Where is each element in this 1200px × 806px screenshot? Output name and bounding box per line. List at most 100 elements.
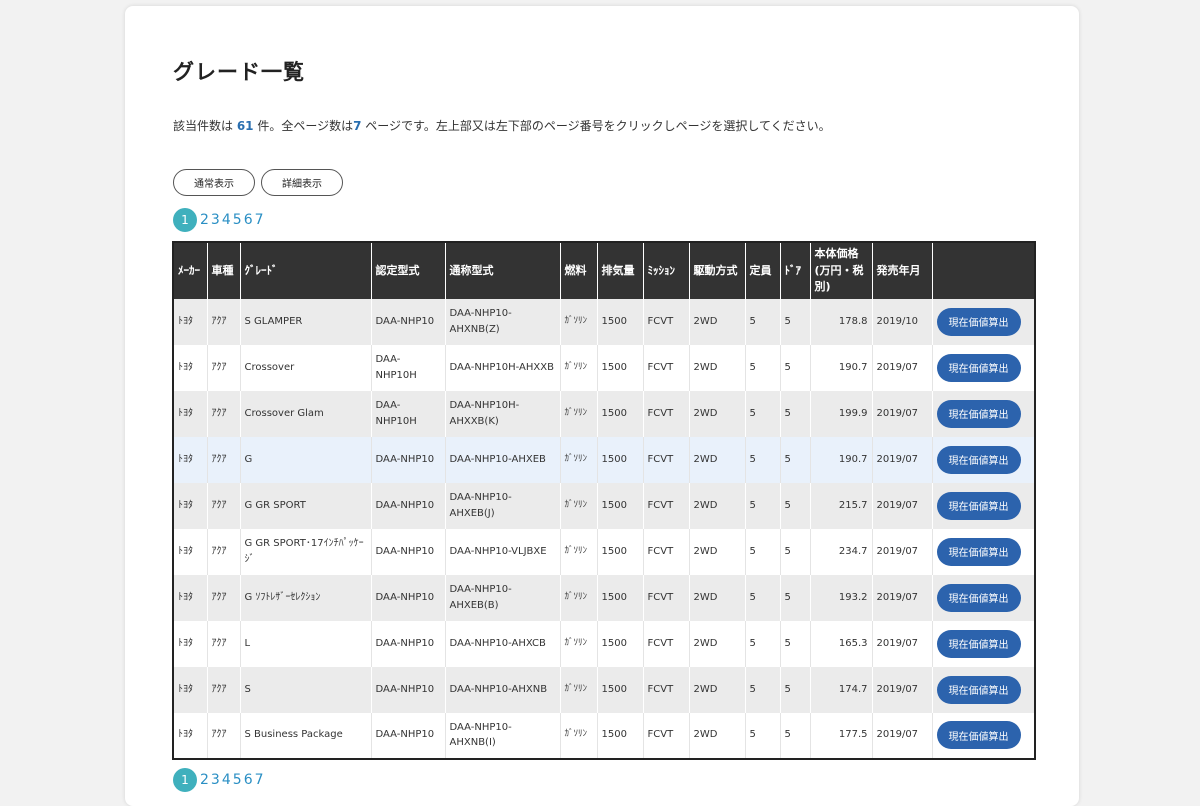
grade-table-wrapper: ﾒｰｶｰ 車種 ｸﾞﾚｰﾄﾞ 認定型式 通称型式 燃料 排気量 ﾐｯｼｮﾝ 駆動…	[172, 241, 1036, 760]
cell-displacement: 1500	[597, 666, 644, 713]
cell-price: 174.7	[810, 666, 873, 713]
cell-price: 234.7	[810, 528, 873, 575]
cell-drive: 2WD	[689, 298, 746, 345]
col-common-type: 通称型式	[445, 242, 561, 299]
cell-action: 現在価値算出	[932, 574, 1036, 621]
cell-certified-type: DAA-NHP10	[371, 712, 446, 759]
cell-capacity: 5	[745, 298, 781, 345]
page-link-7[interactable]: 7	[255, 772, 265, 788]
cell-grade: G GR SPORT	[240, 482, 372, 529]
cell-fuel: ｶﾞｿﾘﾝ	[560, 298, 598, 345]
cell-doors: 5	[780, 344, 811, 391]
cell-model: ｱｸｱ	[207, 344, 241, 391]
cell-fuel: ｶﾞｿﾘﾝ	[560, 620, 598, 667]
pagination-bottom: 1 2 3 4 5 6 7	[173, 768, 265, 792]
calculate-value-button[interactable]: 現在価値算出	[936, 399, 1021, 428]
page-link-2[interactable]: 2	[200, 772, 210, 788]
page-link-3[interactable]: 3	[211, 772, 221, 788]
cell-certified-type: DAA-NHP10	[371, 574, 446, 621]
page-link-6[interactable]: 6	[244, 212, 254, 228]
cell-transmission: FCVT	[643, 436, 690, 483]
cell-drive: 2WD	[689, 712, 746, 759]
view-toggle: 通常表示 詳細表示	[173, 169, 343, 196]
cell-maker: ﾄﾖﾀ	[173, 436, 208, 483]
cell-maker: ﾄﾖﾀ	[173, 298, 208, 345]
cell-fuel: ｶﾞｿﾘﾝ	[560, 712, 598, 759]
calculate-value-button[interactable]: 現在価値算出	[936, 583, 1021, 612]
cell-maker: ﾄﾖﾀ	[173, 482, 208, 529]
page-link-7[interactable]: 7	[255, 212, 265, 228]
cell-displacement: 1500	[597, 436, 644, 483]
cell-grade: G ｿﾌﾄﾚｻﾞｰｾﾚｸｼｮﾝ	[240, 574, 372, 621]
cell-capacity: 5	[745, 712, 781, 759]
cell-displacement: 1500	[597, 620, 644, 667]
page-link-2[interactable]: 2	[200, 212, 210, 228]
table-row: ﾄﾖﾀ ｱｸｱ Crossover DAA-NHP10H DAA-NHP10H-AHXX…	[173, 344, 1036, 391]
cell-grade: S	[240, 666, 372, 713]
page-link-4[interactable]: 4	[222, 772, 232, 788]
normal-view-button[interactable]: 通常表示	[173, 169, 255, 196]
cell-common-type: DAA-NHP10-AHXEB(J)	[445, 482, 561, 529]
cell-maker: ﾄﾖﾀ	[173, 528, 208, 575]
cell-common-type: DAA-NHP10H-AHXXB	[445, 344, 561, 391]
cell-certified-type: DAA-NHP10	[371, 528, 446, 575]
cell-certified-type: DAA-NHP10	[371, 666, 446, 713]
cell-grade: Crossover Glam	[240, 390, 372, 437]
calculate-value-button[interactable]: 現在価値算出	[936, 721, 1021, 749]
page-link-6[interactable]: 6	[244, 772, 254, 788]
col-transmission: ﾐｯｼｮﾝ	[643, 242, 690, 299]
calculate-value-button[interactable]: 現在価値算出	[936, 353, 1021, 382]
cell-release: 2019/07	[872, 712, 933, 759]
grade-table: ﾒｰｶｰ 車種 ｸﾞﾚｰﾄﾞ 認定型式 通称型式 燃料 排気量 ﾐｯｼｮﾝ 駆動…	[172, 241, 1036, 760]
calculate-value-button[interactable]: 現在価値算出	[936, 629, 1021, 658]
cell-maker: ﾄﾖﾀ	[173, 620, 208, 667]
col-model: 車種	[207, 242, 241, 299]
page-link-5[interactable]: 5	[233, 212, 243, 228]
cell-displacement: 1500	[597, 390, 644, 437]
cell-model: ｱｸｱ	[207, 574, 241, 621]
cell-drive: 2WD	[689, 574, 746, 621]
cell-action: 現在価値算出	[932, 390, 1036, 437]
table-row: ﾄﾖﾀ ｱｸｱ G GR SPORT DAA-NHP10 DAA-NHP10-AHXEB…	[173, 482, 1036, 529]
page-link-3[interactable]: 3	[211, 212, 221, 228]
calculate-value-button[interactable]: 現在価値算出	[936, 445, 1021, 474]
table-row: ﾄﾖﾀ ｱｸｱ S GLAMPER DAA-NHP10 DAA-NHP10-AHXNB(…	[173, 298, 1036, 345]
cell-common-type: DAA-NHP10-AHXEB(B)	[445, 574, 561, 621]
cell-model: ｱｸｱ	[207, 298, 241, 345]
cell-capacity: 5	[745, 620, 781, 667]
cell-model: ｱｸｱ	[207, 482, 241, 529]
cell-fuel: ｶﾞｿﾘﾝ	[560, 574, 598, 621]
col-drive: 駆動方式	[689, 242, 746, 299]
page-link-4[interactable]: 4	[222, 212, 232, 228]
cell-release: 2019/07	[872, 344, 933, 391]
cell-action: 現在価値算出	[932, 344, 1036, 391]
cell-fuel: ｶﾞｿﾘﾝ	[560, 528, 598, 575]
col-capacity: 定員	[745, 242, 781, 299]
content-card: グレード一覧 該当件数は 61 件。全ページ数は7 ページです。左上部又は左下部…	[125, 6, 1079, 806]
cell-capacity: 5	[745, 390, 781, 437]
calculate-value-button[interactable]: 現在価値算出	[936, 491, 1021, 520]
calculate-value-button[interactable]: 現在価値算出	[936, 675, 1021, 704]
calculate-value-button[interactable]: 現在価値算出	[936, 307, 1021, 336]
cell-price: 215.7	[810, 482, 873, 529]
cell-release: 2019/07	[872, 436, 933, 483]
col-certified-type: 認定型式	[371, 242, 446, 299]
cell-maker: ﾄﾖﾀ	[173, 666, 208, 713]
cell-fuel: ｶﾞｿﾘﾝ	[560, 344, 598, 391]
cell-common-type: DAA-NHP10-AHXNB(Z)	[445, 298, 561, 345]
result-summary: 該当件数は 61 件。全ページ数は7 ページです。左上部又は左下部のページ番号を…	[173, 117, 831, 134]
cell-certified-type: DAA-NHP10H	[371, 390, 446, 437]
detail-view-button[interactable]: 詳細表示	[261, 169, 343, 196]
col-displacement: 排気量	[597, 242, 644, 299]
summary-suffix: ページです。左上部又は左下部のページ番号をクリックしページを選択してください。	[361, 119, 831, 133]
cell-model: ｱｸｱ	[207, 712, 241, 759]
page-link-5[interactable]: 5	[233, 772, 243, 788]
cell-release: 2019/07	[872, 528, 933, 575]
table-body: ﾄﾖﾀ ｱｸｱ S GLAMPER DAA-NHP10 DAA-NHP10-AHXNB(…	[173, 298, 1036, 759]
calculate-value-button[interactable]: 現在価値算出	[936, 537, 1021, 566]
current-page: 1	[173, 208, 197, 232]
cell-drive: 2WD	[689, 436, 746, 483]
cell-displacement: 1500	[597, 712, 644, 759]
cell-common-type: DAA-NHP10H-AHXXB(K)	[445, 390, 561, 437]
cell-price: 178.8	[810, 298, 873, 345]
